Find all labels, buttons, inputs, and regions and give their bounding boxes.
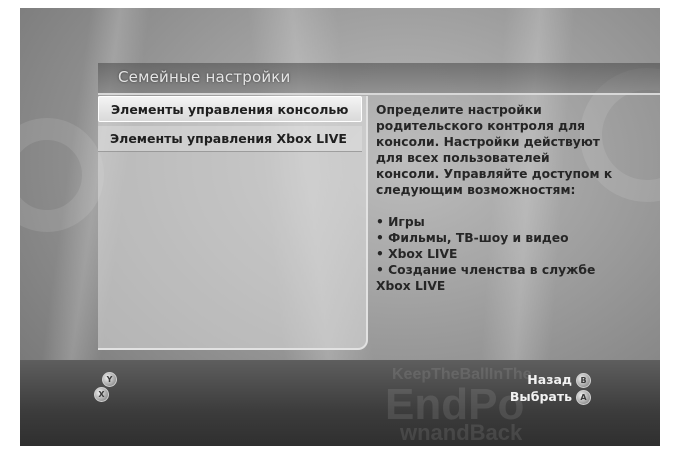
bullet-item: • Фильмы, ТВ-шоу и видео bbox=[376, 231, 569, 245]
b-button-icon[interactable]: B bbox=[576, 373, 591, 388]
x-button-icon: X bbox=[94, 387, 109, 402]
dashboard-screen: KeepTheBallInThe EndPo wnandBack Семейны… bbox=[20, 8, 660, 446]
description-panel: Определите настройки родительского контр… bbox=[376, 102, 616, 294]
title-bar: Семейные настройки bbox=[98, 63, 660, 95]
menu-item-console-controls[interactable]: Элементы управления консолью bbox=[98, 96, 362, 122]
page-title: Семейные настройки bbox=[118, 68, 291, 86]
menu-panel: Элементы управления консолью Элементы уп… bbox=[98, 96, 368, 350]
bullet-item: • Xbox LIVE bbox=[376, 247, 458, 261]
bullet-item: • Создание членства в службе Xbox LIVE bbox=[376, 263, 596, 293]
background-text: wnandBack bbox=[400, 420, 523, 445]
select-hint-label: Выбрать bbox=[509, 389, 572, 404]
menu-item-xbox-live-controls[interactable]: Элементы управления Xbox LIVE bbox=[98, 126, 362, 152]
description-text: Определите настройки родительского контр… bbox=[376, 103, 613, 197]
back-hint-label: Назад bbox=[527, 372, 572, 387]
a-button-icon[interactable]: A bbox=[576, 390, 591, 405]
bullet-item: • Игры bbox=[376, 215, 425, 229]
y-button-icon: Y bbox=[102, 372, 117, 387]
